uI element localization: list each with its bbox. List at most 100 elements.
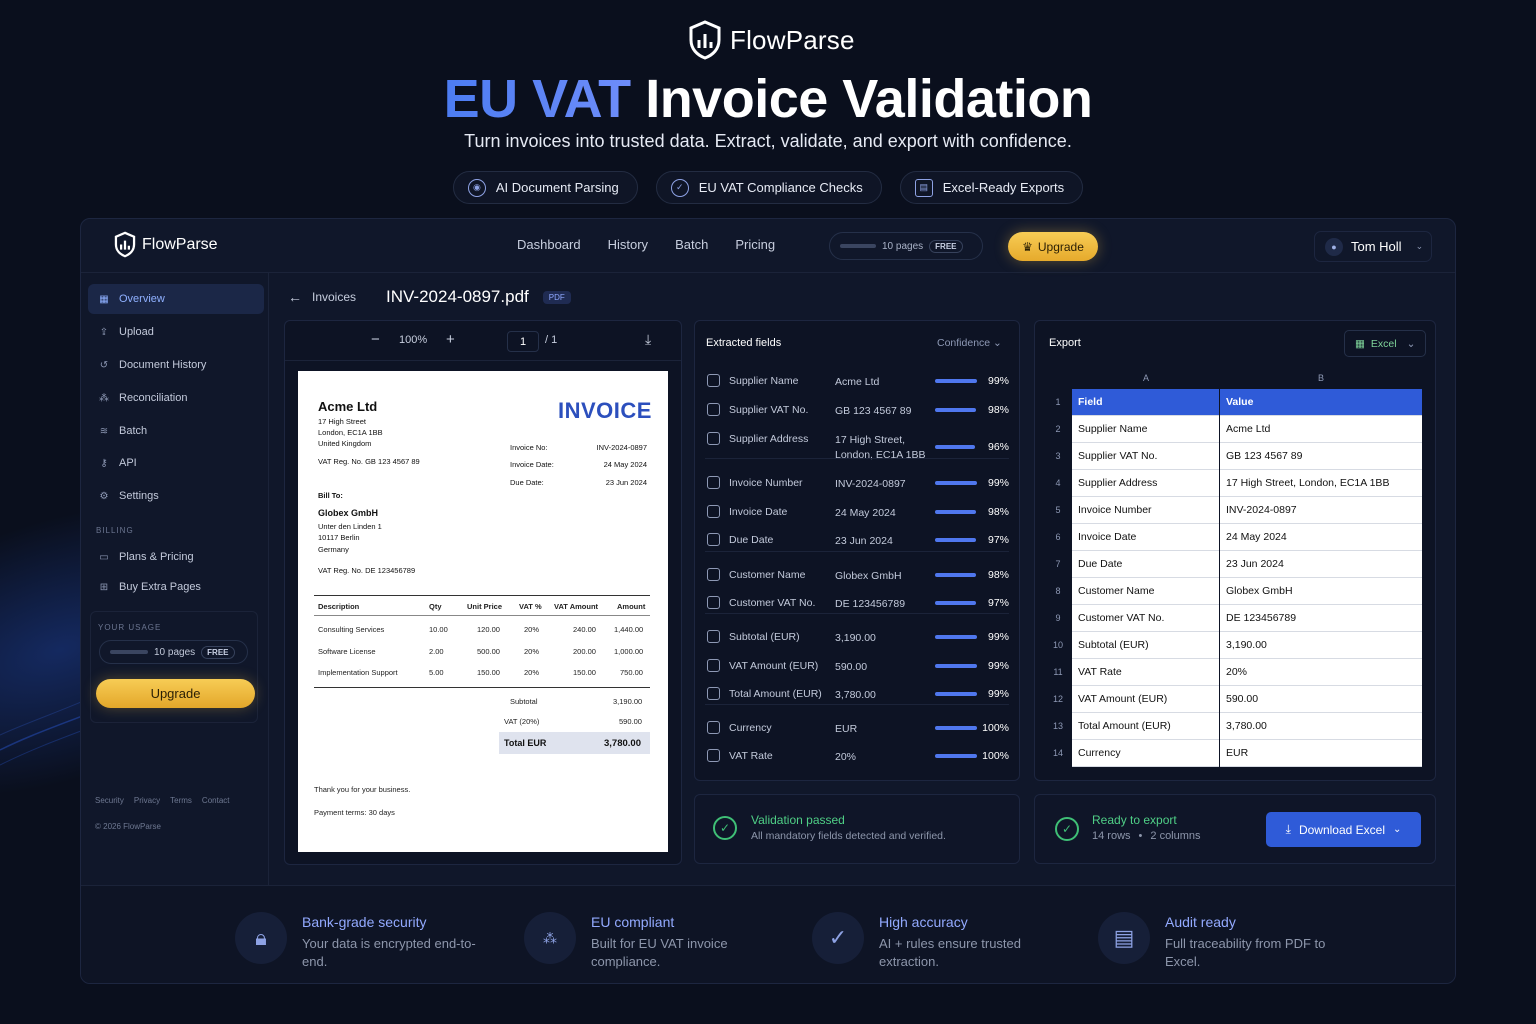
breadcrumb-invoices[interactable]: Invoices (312, 290, 356, 304)
user-menu[interactable]: ● Tom Holl ⌄ (1314, 231, 1432, 262)
app-brand[interactable]: FlowParse (114, 231, 218, 258)
sheet-cell[interactable]: GB 123 4567 89 (1220, 443, 1422, 470)
field-row[interactable]: VAT Rate 20% 100% (695, 742, 1019, 770)
sidebar-item-batch[interactable]: ≋ Batch (88, 416, 264, 446)
sheet-cell[interactable]: Field (1072, 389, 1219, 416)
field-value: INV-2024-0897 (835, 478, 906, 490)
sheet-cell[interactable]: EUR (1220, 740, 1422, 767)
copyright: © 2026 FlowParse (95, 822, 161, 831)
usage-indicator[interactable]: 10 pages FREE (829, 232, 983, 260)
download-icon[interactable]: ⤓ (645, 331, 651, 348)
field-row[interactable]: Currency EUR 100% (695, 714, 1019, 742)
col-vat-amount: VAT Amount (554, 602, 599, 611)
pill-vat-checks: ✓ EU VAT Compliance Checks (655, 171, 882, 204)
field-row[interactable]: Supplier Name Acme Ltd 99% (695, 367, 1019, 395)
upgrade-button[interactable]: ♛ Upgrade (1008, 232, 1098, 261)
sidebar-item-document-history[interactable]: ↺ Document History (88, 350, 264, 380)
field-row[interactable]: Subtotal (EUR) 3,190.00 99% (695, 623, 1019, 651)
sheet-cell[interactable]: VAT Amount (EUR) (1072, 686, 1219, 713)
sheet-cell[interactable]: Supplier Address (1072, 470, 1219, 497)
back-arrow-icon[interactable]: ← (288, 289, 302, 305)
confidence-value: 98% (987, 569, 1009, 581)
confidence-sort-dropdown[interactable]: Confidence ⌄ (937, 337, 1002, 349)
pill-label: EU VAT Compliance Checks (698, 180, 863, 195)
confidence-bar (935, 573, 976, 577)
export-format-dropdown[interactable]: ▦ Excel ⌄ (1344, 330, 1426, 357)
row-number: 12 (1052, 694, 1063, 704)
field-row[interactable]: Supplier Address 17 High Street, London, … (695, 425, 1019, 461)
sheet-cell[interactable]: Currency (1072, 740, 1219, 767)
field-row[interactable]: Supplier VAT No. GB 123 4567 89 98% (695, 396, 1019, 424)
sidebar-item-settings[interactable]: ⚙ Settings (88, 481, 264, 511)
sheet-cell[interactable]: Supplier VAT No. (1072, 443, 1219, 470)
sheet-cell[interactable]: INV-2024-0897 (1220, 497, 1422, 524)
nav-history[interactable]: History (608, 237, 648, 252)
sheet-cell[interactable]: Globex GmbH (1220, 578, 1422, 605)
meta-value: INV-2024-0897 (596, 443, 647, 452)
sidebar-item-plans-pricing[interactable]: ▭ Plans & Pricing (88, 542, 264, 572)
sidebar-upgrade-button[interactable]: Upgrade (96, 679, 255, 708)
zoom-out-button[interactable]: − (371, 331, 380, 348)
free-badge: FREE (201, 645, 235, 659)
page-number-input[interactable]: 1 (507, 331, 539, 352)
field-row[interactable]: Invoice Date 24 May 2024 98% (695, 498, 1019, 526)
link-privacy[interactable]: Privacy (134, 796, 160, 805)
sheet-cell[interactable]: Customer VAT No. (1072, 605, 1219, 632)
zoom-in-button[interactable]: + (446, 331, 455, 348)
confidence-value: 99% (987, 688, 1009, 700)
field-row[interactable]: VAT Amount (EUR) 590.00 99% (695, 652, 1019, 680)
sheet-cell[interactable]: VAT Rate (1072, 659, 1219, 686)
sheet-cell[interactable]: Invoice Number (1072, 497, 1219, 524)
sidebar-item-reconciliation[interactable]: ⁂ Reconciliation (88, 383, 264, 413)
field-row[interactable]: Due Date 23 Jun 2024 97% (695, 526, 1019, 554)
sheet-cell[interactable]: 20% (1220, 659, 1422, 686)
sheet-cell[interactable]: 24 May 2024 (1220, 524, 1422, 551)
link-contact[interactable]: Contact (202, 796, 230, 805)
sheet-cell[interactable]: 590.00 (1220, 686, 1422, 713)
row-number: 4 (1055, 478, 1061, 488)
validation-status: ✓ Validation passed All mandatory fields… (694, 794, 1020, 864)
confidence-value: 97% (987, 534, 1009, 546)
confidence-bar (935, 510, 976, 514)
sheet-cell[interactable]: 3,780.00 (1220, 713, 1422, 740)
row-number: 9 (1055, 613, 1061, 623)
sheet-cell[interactable]: DE 123456789 (1220, 605, 1422, 632)
sidebar-item-buy-pages[interactable]: ⊞ Buy Extra Pages (88, 572, 264, 602)
pill-ai-parsing: ◉ AI Document Parsing (452, 171, 638, 204)
app-brand-name: FlowParse (142, 235, 218, 253)
sidebar-item-api[interactable]: ⚷ API (88, 448, 264, 478)
sheet-cell[interactable]: Total Amount (EUR) (1072, 713, 1219, 740)
id-card-icon (707, 596, 720, 609)
sheet-cell[interactable]: 23 Jun 2024 (1220, 551, 1422, 578)
sheet-cell[interactable]: 3,190.00 (1220, 632, 1422, 659)
hero-subtitle: Turn invoices into trusted data. Extract… (464, 131, 1072, 151)
download-excel-button[interactable]: ⤓ Download Excel ⌄ (1266, 812, 1421, 847)
confidence-value: 99% (987, 477, 1009, 489)
column-header-a: A (1142, 373, 1149, 383)
sheet-cell[interactable]: Acme Ltd (1220, 416, 1422, 443)
nav-dashboard[interactable]: Dashboard (517, 237, 581, 252)
line-unit-price: 120.00 (477, 625, 500, 634)
line-amount: 1,440.00 (614, 625, 644, 634)
sheet-cell[interactable]: Invoice Date (1072, 524, 1219, 551)
buyer-address-3: Germany (318, 545, 349, 554)
document-list-icon: ▤ (1098, 912, 1150, 964)
nav-pricing[interactable]: Pricing (735, 237, 775, 252)
link-terms[interactable]: Terms (170, 796, 192, 805)
sheet-cell[interactable]: 17 High Street, London, EC1A 1BB (1220, 470, 1422, 497)
sidebar-item-overview[interactable]: ▦ Overview (88, 284, 264, 314)
sheet-cell[interactable]: Due Date (1072, 551, 1219, 578)
sidebar-item-upload[interactable]: ⇪ Upload (88, 317, 264, 347)
nav-batch[interactable]: Batch (675, 237, 708, 252)
sheet-cell[interactable]: Value (1220, 389, 1422, 416)
field-row[interactable]: Invoice Number INV-2024-0897 99% (695, 469, 1019, 497)
row-number: 2 (1055, 424, 1061, 434)
sheet-cell[interactable]: Supplier Name (1072, 416, 1219, 443)
link-security[interactable]: Security (95, 796, 124, 805)
field-row[interactable]: Customer Name Globex GmbH 98% (695, 561, 1019, 589)
seller-address-3: United Kingdom (318, 439, 372, 448)
sheet-cell[interactable]: Subtotal (EUR) (1072, 632, 1219, 659)
row-number: 14 (1052, 748, 1063, 758)
sheet-cell[interactable]: Customer Name (1072, 578, 1219, 605)
invoice-title: INVOICE (558, 398, 652, 423)
